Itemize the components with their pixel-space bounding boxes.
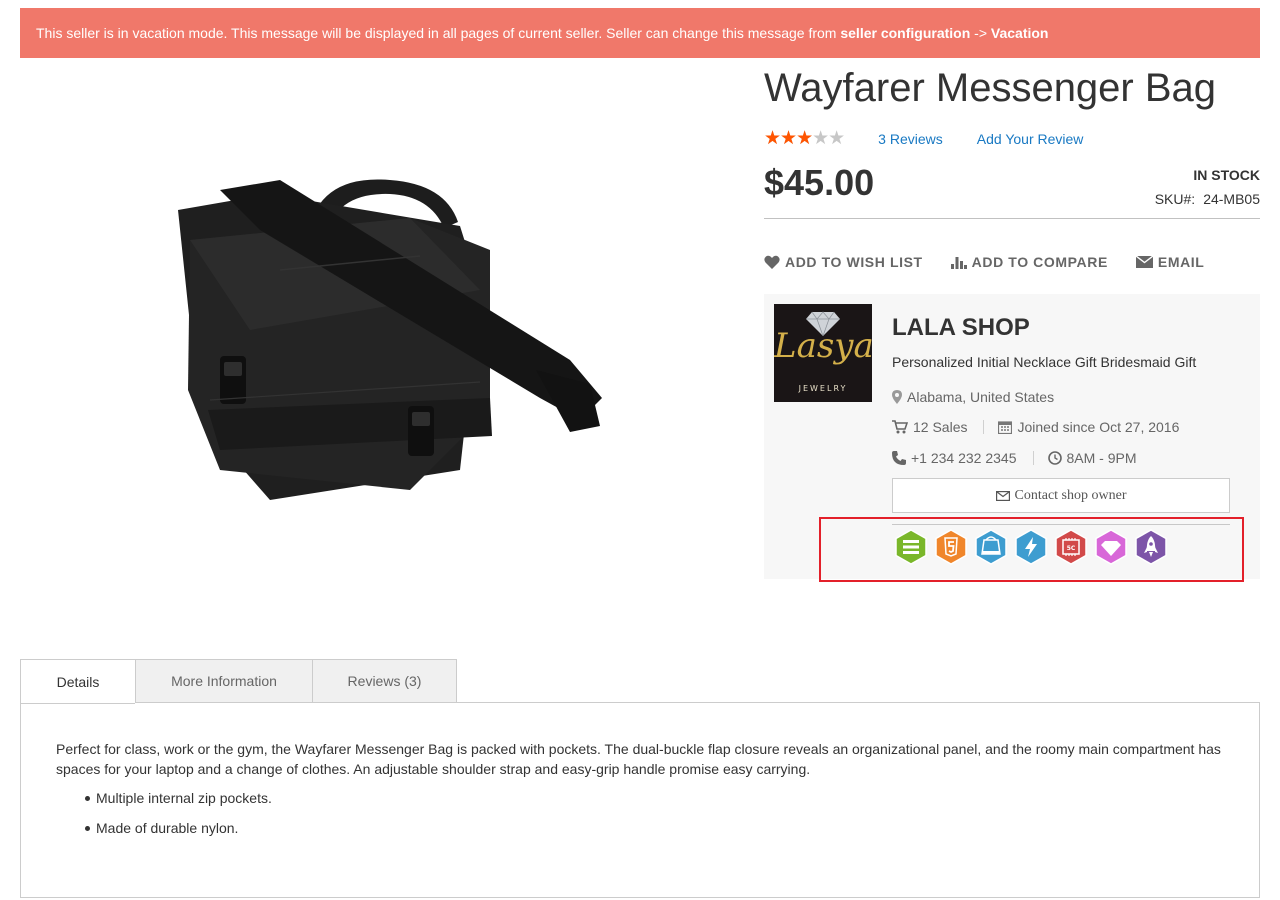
product-price: $45.00	[764, 162, 875, 203]
shop-name[interactable]: LALA SHOP	[892, 314, 1030, 342]
calendar-icon	[998, 420, 1013, 434]
product-actions: Add to Wish List Add to Compare Email	[764, 254, 1204, 270]
phone-icon	[892, 451, 906, 465]
svg-text:5C: 5C	[1067, 545, 1076, 552]
envelope-icon	[1135, 256, 1153, 268]
logo-sub-text: JEWELRY	[798, 384, 848, 393]
product-image	[178, 179, 602, 500]
seller-badges: 5C	[894, 529, 1168, 565]
email-link[interactable]: Email	[1135, 254, 1205, 270]
rocket-badge-icon[interactable]	[1134, 529, 1168, 565]
lightning-badge-icon[interactable]	[1014, 529, 1048, 565]
add-to-wishlist-link[interactable]: Add to Wish List	[764, 254, 923, 270]
product-description: Perfect for class, work or the gym, the …	[56, 741, 1221, 777]
stack-badge-icon[interactable]	[894, 529, 928, 565]
shop-location: Alabama, United States	[892, 389, 1054, 405]
reviews-link[interactable]: 3 Reviews	[878, 131, 943, 147]
cart-badge-icon[interactable]	[974, 529, 1008, 565]
shop-stats: 12 Sales Joined since Oct 27, 2016	[892, 419, 1179, 435]
clock-icon	[1047, 451, 1062, 465]
add-to-compare-link[interactable]: Add to Compare	[950, 254, 1108, 270]
feature-list: Multiple internal zip pockets. Made of d…	[85, 788, 1224, 838]
tab-details[interactable]: Details	[20, 659, 135, 704]
sku: SKU#: 24-MB05	[1155, 191, 1260, 207]
sku-label: SKU#:	[1154, 191, 1196, 207]
location-text: Alabama, United States	[907, 389, 1055, 405]
wishlist-label: Add to Wish List	[785, 254, 923, 270]
map-pin-icon	[892, 390, 902, 404]
add-review-link[interactable]: Add Your Review	[977, 131, 1084, 147]
phone-number: +1 234 232 2345	[911, 450, 1017, 466]
logo-script-text: Lasya	[774, 326, 872, 366]
contact-label: Contact shop owner	[1014, 487, 1127, 503]
rating-summary: ★★★★★ ★★★★★ 3 Reviews Add Your Review	[764, 128, 1083, 150]
separator	[1032, 451, 1034, 465]
star-filled-icons: ★★★★★	[764, 128, 813, 149]
divider	[764, 218, 1260, 219]
list-item: Multiple internal zip pockets.	[85, 788, 1224, 808]
contact-shop-owner-button[interactable]: Contact shop owner	[892, 478, 1230, 513]
opening-hours: 8AM - 9PM	[1066, 450, 1137, 466]
badge-divider	[892, 524, 1230, 525]
shop-contact-info: +1 234 232 2345 8AM - 9PM	[892, 450, 1137, 466]
vacation-text: Vacation	[990, 25, 1049, 41]
star-rating: ★★★★★ ★★★★★	[764, 128, 845, 150]
arrow-text: ->	[970, 25, 991, 41]
seller-info-box: Lasya JEWELRY LALA SHOP Personalized Ini…	[764, 294, 1260, 579]
vacation-banner: This seller is in vacation mode. This me…	[20, 8, 1260, 58]
html5-badge-icon[interactable]	[934, 529, 968, 565]
shop-tagline: Personalized Initial Necklace Gift Bride…	[892, 354, 1197, 370]
tab-reviews[interactable]: Reviews (3)	[312, 659, 457, 703]
tab-content-details: Perfect for class, work or the gym, the …	[20, 702, 1260, 898]
joined-date: Joined since Oct 27, 2016	[1017, 419, 1180, 435]
stock-status: In stock	[1193, 167, 1260, 183]
sales-count: 12 Sales	[913, 419, 968, 435]
vacation-message: This seller is in vacation mode. This me…	[36, 25, 841, 41]
seller-configuration-text: seller configuration	[840, 25, 971, 41]
product-gallery[interactable]	[20, 70, 740, 630]
sku-value: 24-MB05	[1203, 191, 1260, 207]
compare-label: Add to Compare	[971, 254, 1108, 270]
product-title: Wayfarer Messenger Bag	[764, 66, 1217, 110]
bar-chart-icon	[950, 257, 967, 269]
envelope-outline-icon	[995, 490, 1010, 501]
diamond-badge-icon[interactable]	[1094, 529, 1128, 565]
heart-icon	[764, 255, 780, 269]
product-tabs: Details More Information Reviews (3)	[20, 659, 457, 704]
email-label: Email	[1157, 254, 1205, 270]
shop-logo[interactable]: Lasya JEWELRY	[774, 304, 872, 402]
separator	[983, 420, 985, 434]
tab-more-information[interactable]: More Information	[135, 659, 312, 703]
chip-badge-icon[interactable]: 5C	[1054, 529, 1088, 565]
cart-icon	[892, 420, 908, 434]
list-item: Made of durable nylon.	[85, 818, 1224, 838]
